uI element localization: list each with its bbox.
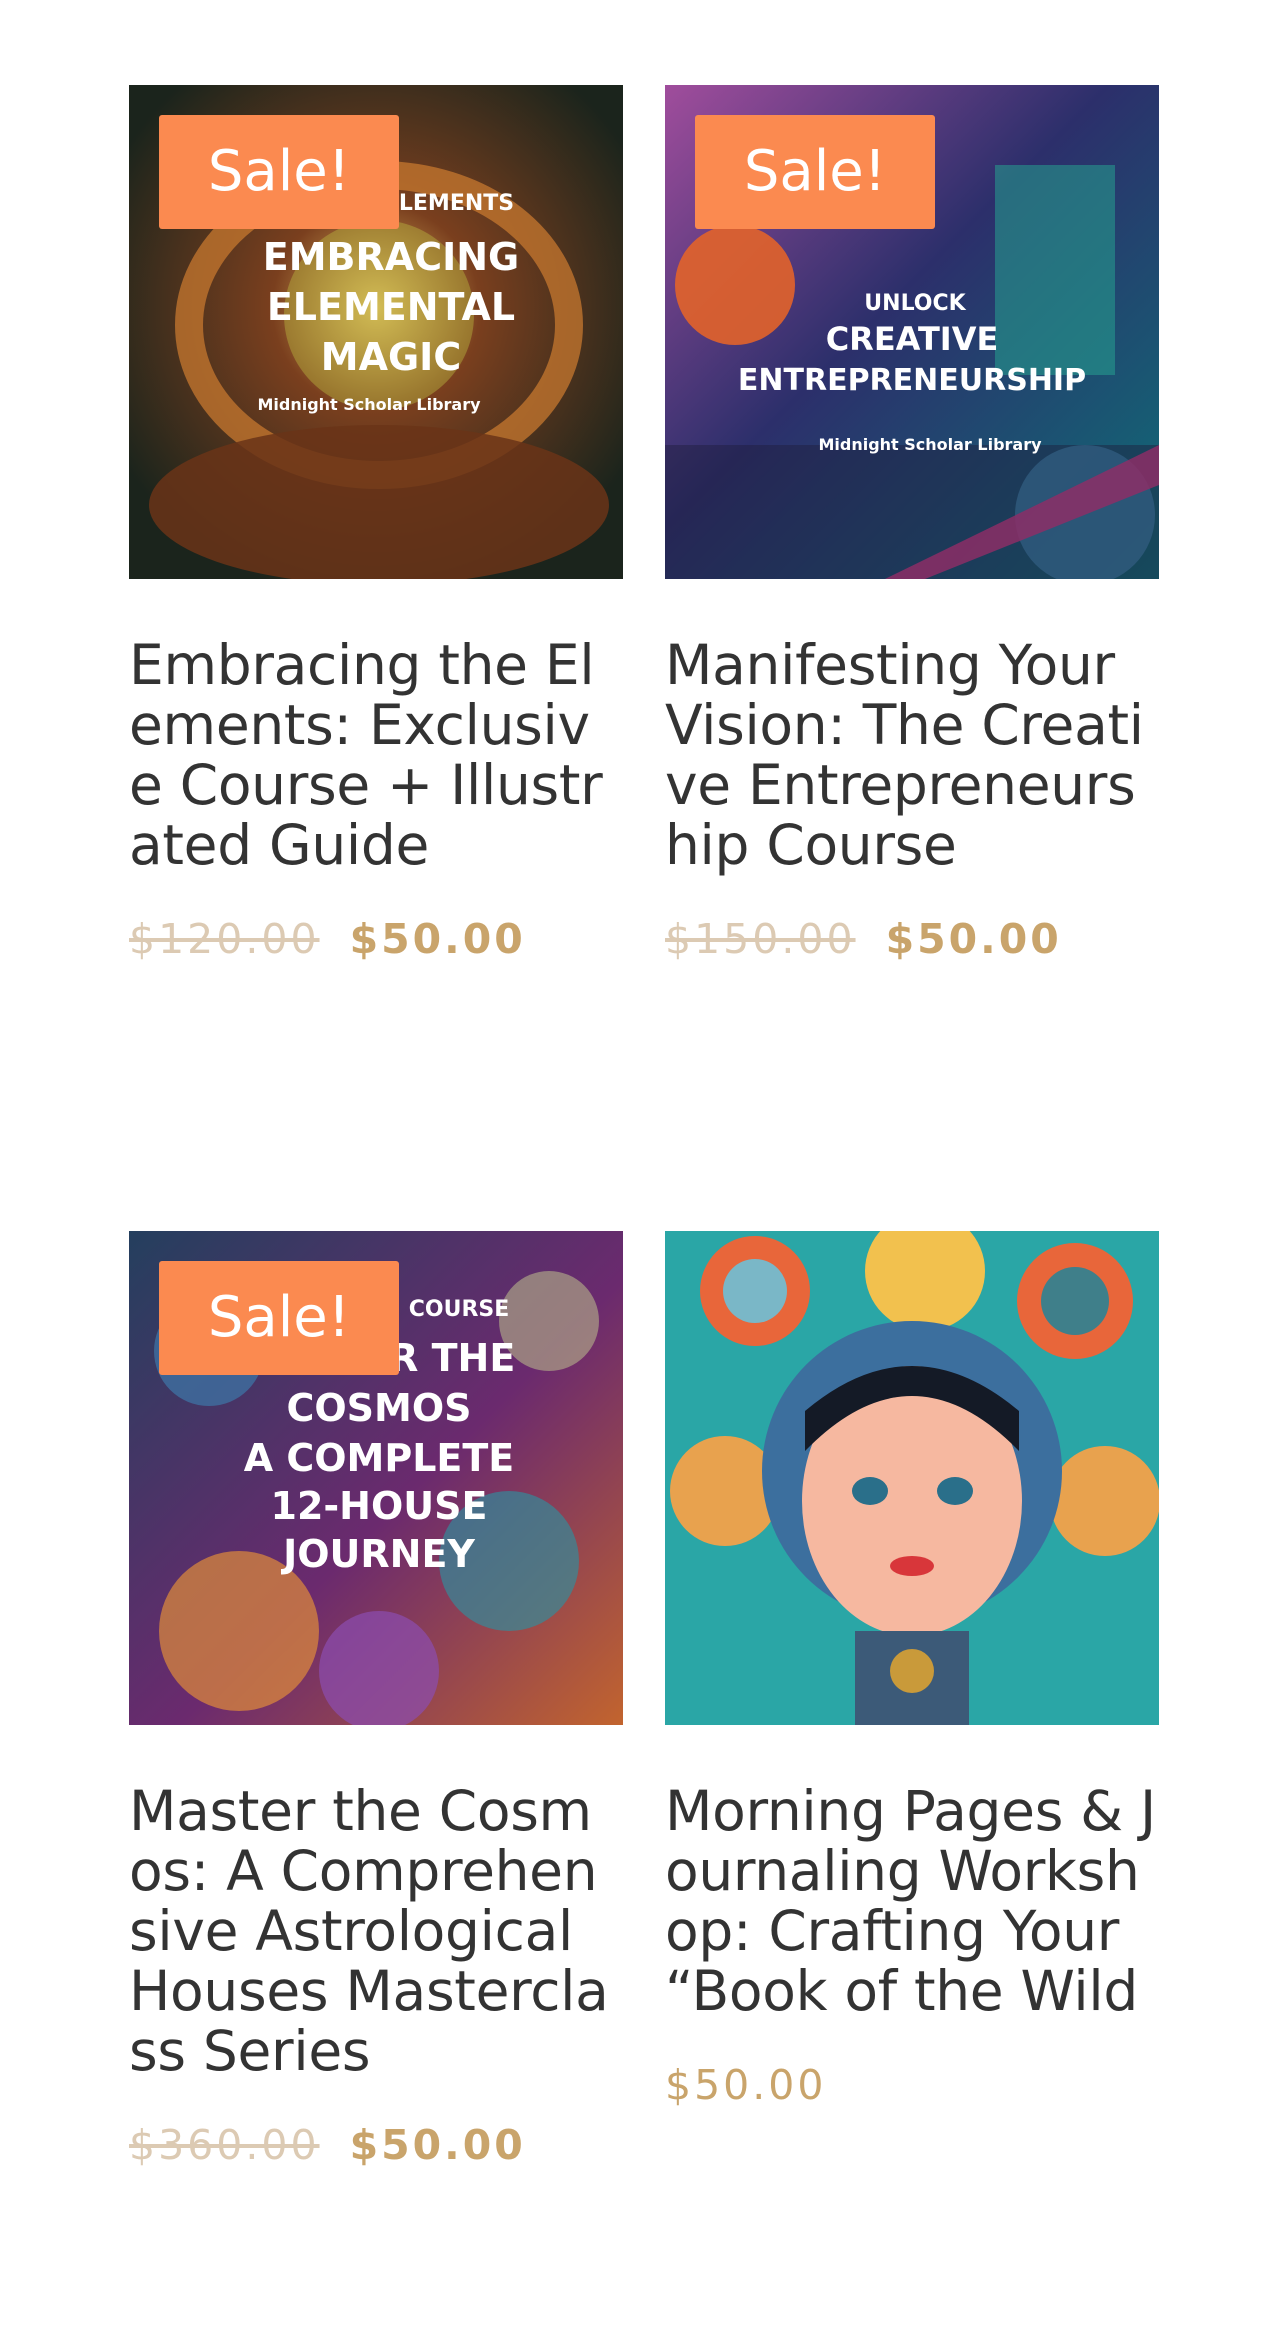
original-price: $360.00	[129, 2121, 320, 2169]
product-thumbnail[interactable]	[665, 1231, 1159, 1725]
product-card[interactable]: Morning Pages & Journaling Workshop: Cra…	[665, 1231, 1159, 2175]
cover-line: MAGIC	[321, 335, 461, 379]
sale-badge: Sale!	[159, 1261, 399, 1375]
cover-line: 12-HOUSE	[271, 1484, 488, 1528]
sale-badge: Sale!	[159, 115, 399, 229]
product-grid: ELEMENTS EMBRACING ELEMENTAL MAGIC Midni…	[129, 85, 1159, 2175]
product-price: $150.00 $50.00	[665, 909, 1159, 969]
product-title[interactable]: Manifesting Your Vision: The Creative En…	[665, 635, 1159, 875]
product-thumbnail[interactable]: ELEMENTS EMBRACING ELEMENTAL MAGIC Midni…	[129, 85, 623, 579]
product-card[interactable]: UNLOCK CREATIVE ENTREPRENEURSHIP Midnigh…	[665, 85, 1159, 1231]
cover-line: ENTREPRENEURSHIP	[738, 363, 1086, 398]
cover-top-line: COURSE	[409, 1297, 510, 1322]
cover-line: JOURNEY	[280, 1532, 475, 1576]
cover-publisher: Midnight Scholar Library	[257, 395, 481, 414]
sale-price: $50.00	[885, 915, 1062, 963]
cover-top-line: ELEMENTS	[384, 191, 514, 216]
product-title[interactable]: Embracing the Elements: Exclusive Course…	[129, 635, 623, 875]
original-price: $120.00	[129, 915, 320, 963]
cover-line: EMBRACING	[263, 235, 519, 279]
product-card[interactable]: ELEMENTS EMBRACING ELEMENTAL MAGIC Midni…	[129, 85, 623, 1231]
product-thumbnail[interactable]: COURSE MASTER THE COSMOS A COMPLETE 12-H…	[129, 1231, 623, 1725]
product-cover-image	[665, 1231, 1159, 1725]
sale-badge: Sale!	[695, 115, 935, 229]
product-title[interactable]: Morning Pages & Journaling Workshop: Cra…	[665, 1781, 1159, 2021]
product-thumbnail[interactable]: UNLOCK CREATIVE ENTREPRENEURSHIP Midnigh…	[665, 85, 1159, 579]
cover-line: A COMPLETE	[244, 1436, 515, 1480]
cover-line: CREATIVE	[826, 320, 999, 358]
product-title[interactable]: Master the Cosmos: A Comprehensive Astro…	[129, 1781, 623, 2081]
cover-publisher: Midnight Scholar Library	[818, 435, 1042, 454]
regular-price: $50.00	[665, 2061, 827, 2109]
cover-top-line: UNLOCK	[864, 291, 966, 316]
product-price: $50.00	[665, 2055, 1159, 2115]
original-price: $150.00	[665, 915, 856, 963]
sale-price: $50.00	[349, 2121, 526, 2169]
product-card[interactable]: COURSE MASTER THE COSMOS A COMPLETE 12-H…	[129, 1231, 623, 2175]
product-price: $360.00 $50.00	[129, 2115, 623, 2175]
product-price: $120.00 $50.00	[129, 909, 623, 969]
cover-line: ELEMENTAL	[267, 285, 515, 329]
cover-line: COSMOS	[286, 1386, 471, 1430]
sale-price: $50.00	[349, 915, 526, 963]
